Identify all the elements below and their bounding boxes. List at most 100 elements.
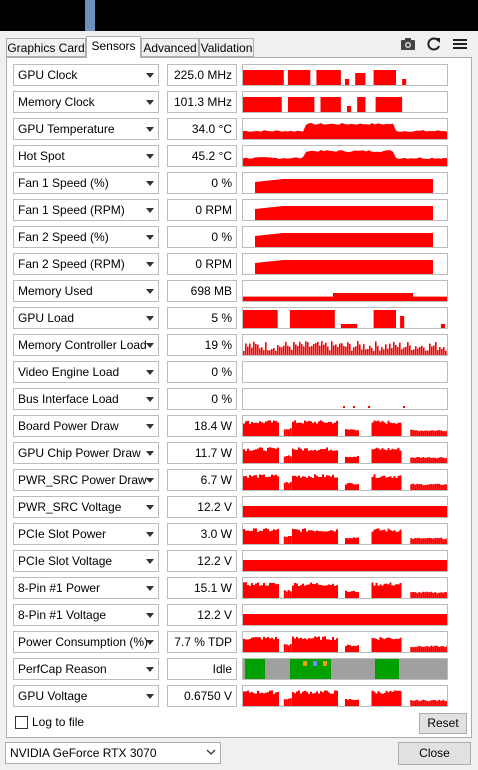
sensor-graph: [242, 307, 448, 329]
gpu-select[interactable]: NVIDIA GeForce RTX 3070: [5, 742, 221, 764]
sensor-name-dropdown[interactable]: PWR_SRC Power Draw: [13, 469, 159, 491]
dropdown-arrow-icon: [146, 154, 154, 159]
sensor-name: PWR_SRC Power Draw: [18, 473, 147, 487]
sensor-graph: [242, 685, 448, 707]
sensor-value: 18.4 W: [167, 415, 237, 437]
sensor-name-dropdown[interactable]: Video Engine Load: [13, 361, 159, 383]
sensor-name-dropdown[interactable]: Memory Used: [13, 280, 159, 302]
sensor-name-dropdown[interactable]: 8-Pin #1 Voltage: [13, 604, 159, 626]
sensor-value: 11.7 W: [167, 442, 237, 464]
refresh-icon[interactable]: [425, 35, 443, 53]
sensor-name-dropdown[interactable]: Power Consumption (%): [13, 631, 159, 653]
dropdown-arrow-icon: [146, 289, 154, 294]
tab-sensors[interactable]: Sensors: [86, 36, 141, 58]
sensor-row: GPU Temperature 34.0 °C: [13, 118, 448, 140]
sensor-name-dropdown[interactable]: Fan 2 Speed (%): [13, 226, 159, 248]
sensor-row: Power Consumption (%) 7.7 % TDP: [13, 631, 448, 653]
sensor-graph: [242, 631, 448, 653]
sensor-name-dropdown[interactable]: Board Power Draw: [13, 415, 159, 437]
dropdown-arrow-icon: [146, 586, 154, 591]
sensor-value: 5 %: [167, 307, 237, 329]
sensor-name: Hot Spot: [18, 149, 65, 163]
gpu-select-value: NVIDIA GeForce RTX 3070: [10, 746, 157, 760]
chevron-down-icon: [206, 749, 216, 755]
sensor-name: PCIe Slot Voltage: [18, 554, 113, 568]
sensor-name: Board Power Draw: [18, 419, 119, 433]
dropdown-arrow-icon: [146, 73, 154, 78]
sensor-row: PerfCap Reason Idle: [13, 658, 448, 680]
sensor-name: Video Engine Load: [18, 365, 120, 379]
sensor-graph: [242, 604, 448, 626]
log-to-file-label: Log to file: [32, 715, 85, 729]
titlebar-accent: [85, 0, 95, 31]
dropdown-arrow-icon: [146, 262, 154, 267]
close-button[interactable]: Close: [398, 742, 471, 765]
sensor-row: Video Engine Load 0 %: [13, 361, 448, 383]
sensor-row: Hot Spot 45.2 °C: [13, 145, 448, 167]
sensor-name-dropdown[interactable]: PWR_SRC Voltage: [13, 496, 159, 518]
sensor-name-dropdown[interactable]: GPU Temperature: [13, 118, 159, 140]
sensor-value: 6.7 W: [167, 469, 237, 491]
sensor-row: PCIe Slot Power 3.0 W: [13, 523, 448, 545]
tab-graphics-card[interactable]: Graphics Card: [6, 38, 86, 57]
sensor-name: Memory Controller Load: [18, 338, 147, 352]
dropdown-arrow-icon: [146, 667, 154, 672]
sensor-name-dropdown[interactable]: PCIe Slot Power: [13, 523, 159, 545]
dropdown-arrow-icon: [146, 694, 154, 699]
sensor-value: 15.1 W: [167, 577, 237, 599]
sensor-graph: [242, 388, 448, 410]
dropdown-arrow-icon: [146, 181, 154, 186]
sensor-graph: [242, 145, 448, 167]
sensor-name: GPU Voltage: [18, 689, 88, 703]
dropdown-arrow-icon: [146, 397, 154, 402]
sensor-value: 0 RPM: [167, 253, 237, 275]
sensor-name-dropdown[interactable]: GPU Load: [13, 307, 159, 329]
sensor-name: Memory Clock: [18, 95, 95, 109]
sensor-name-dropdown[interactable]: Fan 1 Speed (%): [13, 172, 159, 194]
sensor-value: 12.2 V: [167, 550, 237, 572]
sensor-row: Fan 2 Speed (RPM) 0 RPM: [13, 253, 448, 275]
log-to-file-checkbox[interactable]: [15, 716, 28, 729]
tab-validation[interactable]: Validation: [199, 38, 254, 57]
sensor-name-dropdown[interactable]: PerfCap Reason: [13, 658, 159, 680]
reset-button[interactable]: Reset: [419, 713, 467, 734]
dropdown-arrow-icon: [146, 208, 154, 213]
tab-advanced[interactable]: Advanced: [141, 38, 199, 57]
sensor-row: Memory Clock 101.3 MHz: [13, 91, 448, 113]
sensor-graph: [242, 496, 448, 518]
sensor-value: 45.2 °C: [167, 145, 237, 167]
sensor-row: PWR_SRC Power Draw 6.7 W: [13, 469, 448, 491]
camera-icon[interactable]: [399, 35, 417, 53]
sensor-name-dropdown[interactable]: GPU Clock: [13, 64, 159, 86]
sensor-value: 12.2 V: [167, 604, 237, 626]
sensor-name-dropdown[interactable]: Fan 1 Speed (RPM): [13, 199, 159, 221]
sensor-row: Board Power Draw 18.4 W: [13, 415, 448, 437]
sensor-name-dropdown[interactable]: 8-Pin #1 Power: [13, 577, 159, 599]
sensor-value: 698 MB: [167, 280, 237, 302]
sensor-graph: [242, 577, 448, 599]
dropdown-arrow-icon: [146, 235, 154, 240]
sensor-name: Bus Interface Load: [18, 392, 119, 406]
sensor-value: 0.6750 V: [167, 685, 237, 707]
sensor-name-dropdown[interactable]: Hot Spot: [13, 145, 159, 167]
sensor-row: GPU Chip Power Draw 11.7 W: [13, 442, 448, 464]
sensor-name: Fan 1 Speed (%): [18, 176, 109, 190]
dropdown-arrow-icon: [146, 505, 154, 510]
sensor-name: GPU Chip Power Draw: [18, 446, 141, 460]
sensor-name-dropdown[interactable]: PCIe Slot Voltage: [13, 550, 159, 572]
sensor-name-dropdown[interactable]: GPU Voltage: [13, 685, 159, 707]
sensor-graph: [242, 280, 448, 302]
sensor-row: Fan 1 Speed (RPM) 0 RPM: [13, 199, 448, 221]
menu-icon[interactable]: [451, 35, 469, 53]
sensor-name-dropdown[interactable]: Bus Interface Load: [13, 388, 159, 410]
sensor-name-dropdown[interactable]: Memory Clock: [13, 91, 159, 113]
sensor-graph: [242, 91, 448, 113]
dropdown-arrow-icon: [146, 127, 154, 132]
sensor-row: PCIe Slot Voltage 12.2 V: [13, 550, 448, 572]
sensor-name-dropdown[interactable]: Memory Controller Load: [13, 334, 159, 356]
sensor-value: 3.0 W: [167, 523, 237, 545]
sensor-name-dropdown[interactable]: Fan 2 Speed (RPM): [13, 253, 159, 275]
sensor-name-dropdown[interactable]: GPU Chip Power Draw: [13, 442, 159, 464]
sensor-value: 7.7 % TDP: [167, 631, 237, 653]
sensor-name: Fan 2 Speed (RPM): [18, 257, 125, 271]
